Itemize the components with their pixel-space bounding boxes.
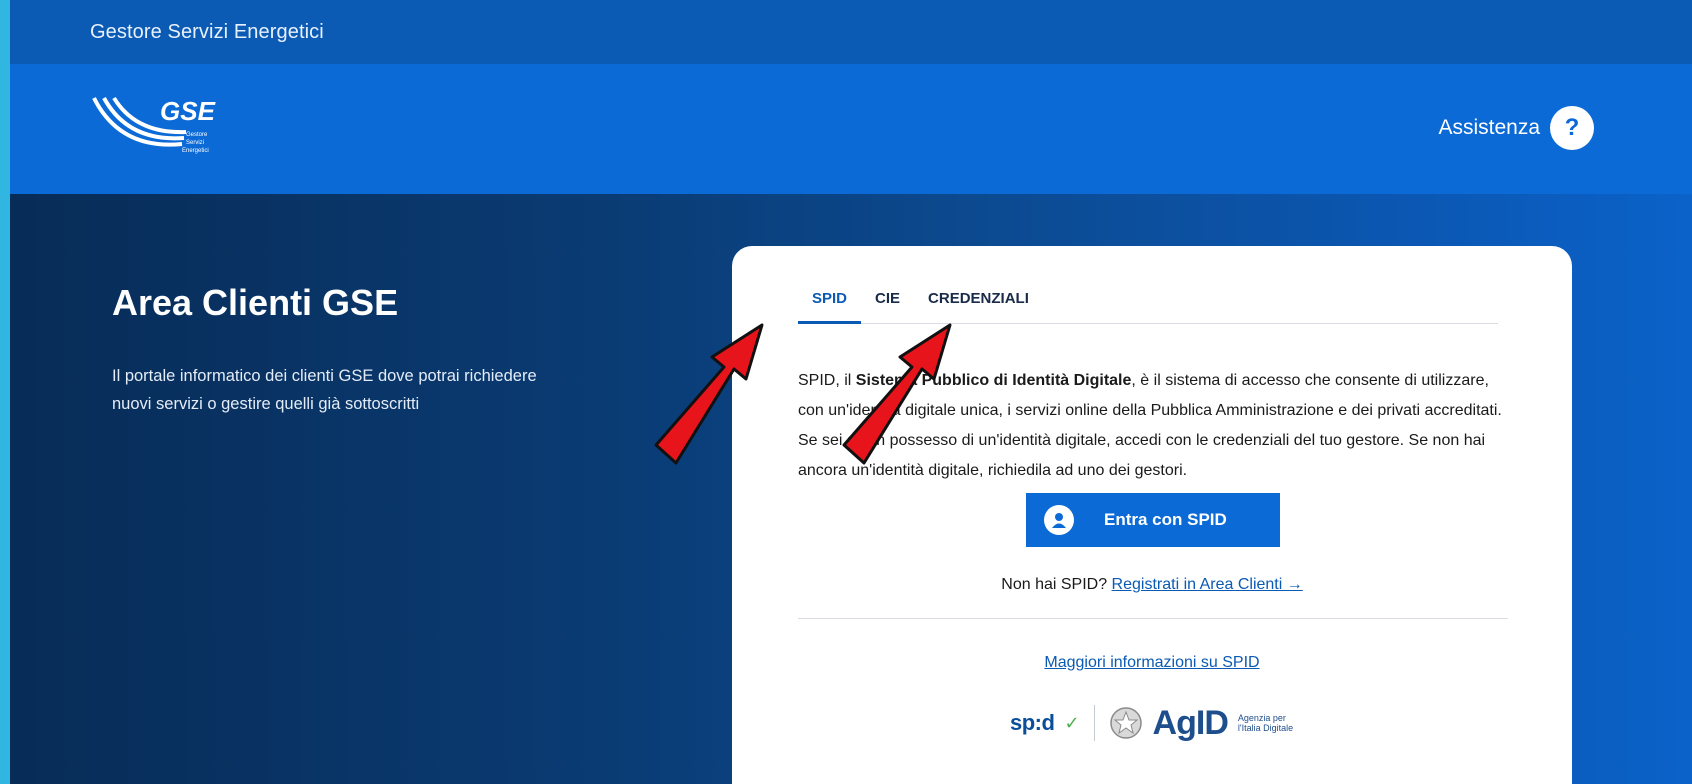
annotation-arrow-spid xyxy=(654,323,764,465)
more-info-row: Maggiori informazioni su SPID xyxy=(732,654,1572,672)
page-title: Area Clienti GSE xyxy=(112,282,399,323)
logo-separator xyxy=(1093,705,1095,741)
assistance-label: Assistenza xyxy=(1438,116,1540,139)
assistance-link[interactable]: Assistenza ? xyxy=(1438,106,1594,150)
user-icon xyxy=(1044,505,1074,535)
top-bar: Gestore Servizi Energetici xyxy=(10,0,1692,64)
site-header: GSE Gestore Servizi Energetici Assistenz… xyxy=(10,64,1692,194)
gse-logo[interactable]: GSE Gestore Servizi Energetici xyxy=(90,92,220,164)
spid-logo: sp:d xyxy=(1010,710,1055,735)
org-name: Gestore Servizi Energetici xyxy=(90,20,324,43)
no-spid-row: Non hai SPID? Registrati in Area Clienti… xyxy=(1001,576,1303,593)
divider xyxy=(798,618,1508,619)
page-frame: Gestore Servizi Energetici GSE Gestore S… xyxy=(10,0,1692,784)
check-icon: ✓ xyxy=(1064,712,1080,733)
annotation-arrow-credenziali xyxy=(842,323,952,465)
hero-description: Il portale informatico dei clienti GSE d… xyxy=(112,367,537,413)
agid-logo: AgID xyxy=(1152,703,1229,742)
partner-logos: sp:d ✓ AgID Agenzia per l'Italia Digitale xyxy=(1010,698,1310,748)
svg-text:Gestore: Gestore xyxy=(186,132,208,138)
register-link[interactable]: Registrati in Area Clienti → xyxy=(1112,576,1303,593)
hero-section: Area Clienti GSE Il portale informatico … xyxy=(10,194,1692,784)
italy-emblem-icon xyxy=(1109,707,1142,739)
question-icon[interactable]: ? xyxy=(1550,106,1594,150)
logo-wordmark: GSE xyxy=(160,96,216,126)
agid-subtitle: Agenzia per l'Italia Digitale xyxy=(1237,713,1294,733)
more-info-spid-link[interactable]: Maggiori informazioni su SPID xyxy=(1044,654,1259,671)
enter-with-spid-label: Entra con SPID xyxy=(1104,510,1227,529)
svg-text:Energetici: Energetici xyxy=(182,148,209,154)
svg-text:Servizi: Servizi xyxy=(186,140,204,146)
enter-with-spid-button[interactable]: Entra con SPID xyxy=(1026,493,1280,547)
